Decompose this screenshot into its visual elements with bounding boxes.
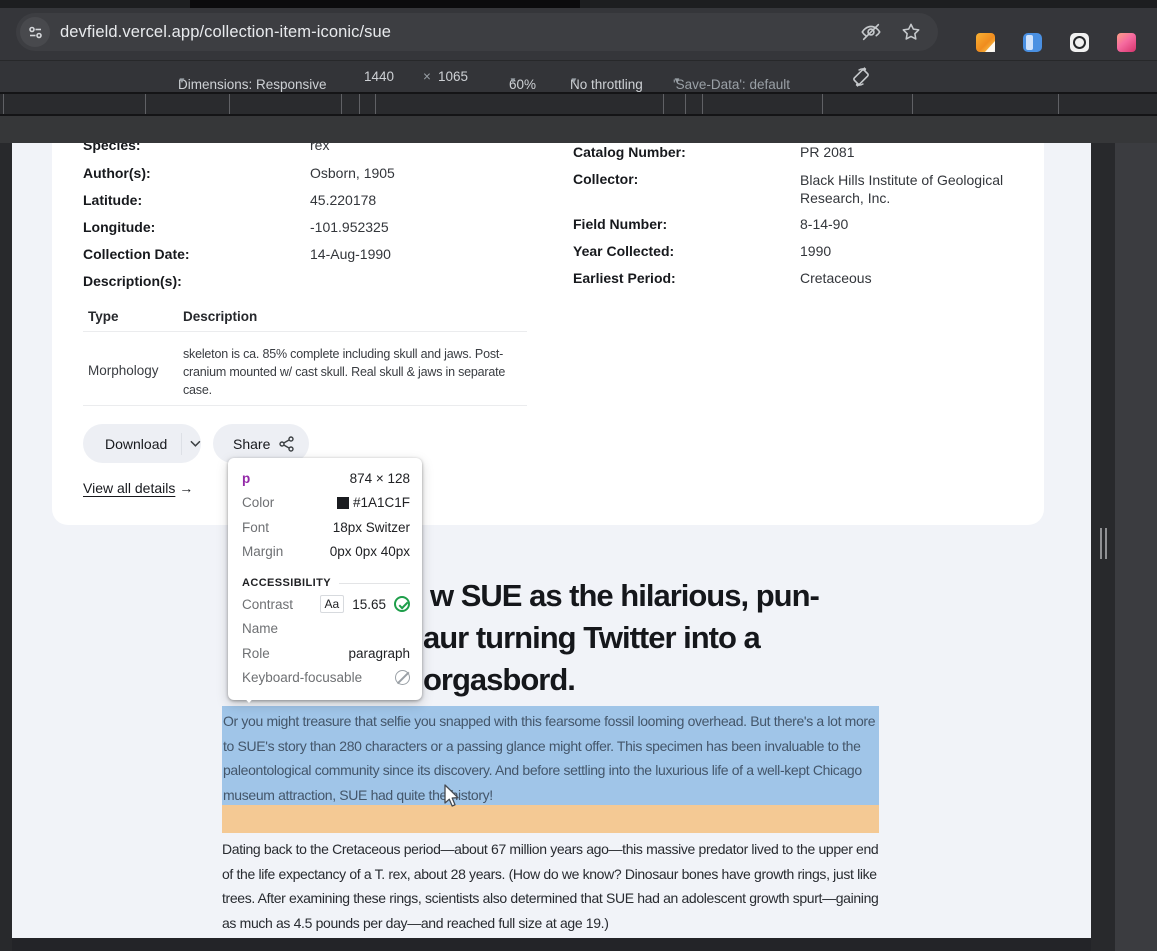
field-value: PR 2081 <box>800 144 855 160</box>
not-focusable-icon <box>395 670 410 686</box>
stage-gutter-right <box>1091 143 1115 951</box>
inspect-highlight-margin-box <box>222 805 879 833</box>
chevron-down-icon[interactable] <box>190 440 201 448</box>
extension-notes-icon[interactable] <box>976 32 995 52</box>
table-divider <box>83 405 527 406</box>
role-value: paragraph <box>348 645 410 661</box>
field-label: Longitude: <box>83 219 156 235</box>
tab-strip <box>0 0 1157 8</box>
field-value: Osborn, 1905 <box>310 165 395 181</box>
button-divider <box>181 432 183 455</box>
device-width-input[interactable]: 1440 <box>364 69 394 84</box>
contrast-pass-icon <box>394 596 410 613</box>
arrow-right-icon: → <box>179 480 194 496</box>
table-row-description: skeleton is ca. 85% complete including s… <box>183 347 506 397</box>
field-label: Earliest Period: <box>573 270 676 286</box>
keyboard-focusable-label: Keyboard-focusable <box>242 670 363 686</box>
highlighted-paragraph: Or you might treasure that selfie you sn… <box>223 713 876 804</box>
tune-icon <box>28 26 42 38</box>
tooltip-caret <box>240 693 258 703</box>
field-label: Description(s): <box>83 273 182 289</box>
field-label: Species: <box>83 143 141 153</box>
device-stage-top-gap <box>0 116 1157 143</box>
element-tag: p <box>242 470 251 486</box>
device-toolbar: Dimensions: Responsive ▼ 1440 × 1065 60%… <box>0 60 1157 92</box>
view-all-details-link[interactable]: View all details → <box>83 480 193 496</box>
accessibility-section-label: ACCESSIBILITY <box>242 577 331 589</box>
table-header-description: Description <box>183 309 258 324</box>
inspect-tooltip: p 874 × 128 Color #1A1C1F Font 18px Swit… <box>228 458 422 700</box>
device-height-input[interactable]: 1065 <box>438 69 468 84</box>
url-text[interactable]: devfield.vercel.app/collection-item-icon… <box>60 23 391 42</box>
field-value: Cretaceous <box>800 270 872 286</box>
mouse-cursor <box>444 784 459 807</box>
field-label: Catalog Number: <box>573 144 686 160</box>
media-query-bar[interactable] <box>0 92 1157 116</box>
view-all-details-label: View all details <box>83 480 176 496</box>
browser-toolbar: devfield.vercel.app/collection-item-icon… <box>0 8 1157 60</box>
share-nodes-icon <box>279 435 295 452</box>
download-button-label: Download <box>105 435 168 452</box>
role-label: Role <box>242 645 270 661</box>
stage-gutter-left <box>0 143 12 951</box>
field-value: rex <box>310 143 330 153</box>
font-value: 18px Switzer <box>332 519 410 535</box>
element-size: 874 × 128 <box>349 470 410 486</box>
article-heading-line: aur turning Twitter into a <box>423 620 761 655</box>
contrast-value: 15.65 <box>352 596 386 612</box>
field-label: Collector: <box>573 171 639 187</box>
viewport-resize-handle[interactable] <box>1105 528 1107 559</box>
emulated-page-viewport: Species: rex Author(s): Osborn, 1905 Lat… <box>12 143 1091 938</box>
table-header-type: Type <box>88 309 119 324</box>
table-divider <box>83 331 527 332</box>
field-value: -101.952325 <box>310 219 389 235</box>
tab-strip-gap <box>190 0 580 8</box>
rotate-device-button[interactable] <box>850 65 872 89</box>
address-bar[interactable]: devfield.vercel.app/collection-item-icon… <box>16 13 938 51</box>
font-label: Font <box>242 519 270 535</box>
chevron-down-icon: ▼ <box>509 76 517 85</box>
profile-avatar[interactable] <box>1117 32 1136 52</box>
stage-background <box>1115 143 1157 951</box>
margin-label: Margin <box>242 544 284 560</box>
field-value: 45.220178 <box>310 192 377 208</box>
contrast-sample: Aa <box>319 595 345 614</box>
margin-value: 0px 0px 40px <box>329 544 410 560</box>
stage-gutter-bottom <box>12 938 1091 951</box>
article-paragraph: Dating back to the Cretaceous period—abo… <box>222 841 879 931</box>
download-button[interactable]: Download <box>83 424 201 463</box>
field-label: Author(s): <box>83 165 151 181</box>
bookmark-star-icon[interactable] <box>900 21 922 43</box>
share-button-label: Share <box>233 435 271 452</box>
chevron-down-icon: ▼ <box>178 76 186 85</box>
extension-clipboard-icon[interactable] <box>1023 32 1042 52</box>
name-label: Name <box>242 621 279 637</box>
field-value: 1990 <box>800 243 832 259</box>
chevron-down-icon: ▼ <box>673 76 681 85</box>
field-label: Field Number: <box>573 216 668 232</box>
field-label: Latitude: <box>83 192 143 208</box>
rotate-device-icon <box>853 67 869 87</box>
site-settings-button[interactable] <box>20 17 50 47</box>
chevron-down-icon: ▼ <box>570 76 578 85</box>
field-value: Black Hills Institute of Geological Rese… <box>800 172 1004 206</box>
viewport-resize-handle[interactable] <box>1100 528 1102 559</box>
article-heading-line: w SUE as the hilarious, pun- <box>430 578 820 613</box>
field-label: Year Collected: <box>573 243 675 259</box>
color-swatch <box>336 496 349 509</box>
field-value: 8-14-90 <box>800 216 849 232</box>
article-heading-line: orgasbord. <box>423 662 576 697</box>
color-label: Color <box>242 495 275 511</box>
times-symbol: × <box>423 69 431 84</box>
field-value: 14-Aug-1990 <box>310 246 391 262</box>
password-hidden-icon[interactable] <box>860 21 882 43</box>
table-row-type: Morphology <box>88 363 159 378</box>
field-label: Collection Date: <box>83 246 190 262</box>
extension-recorder-icon[interactable] <box>1070 32 1089 52</box>
color-value: #1A1C1F <box>352 495 410 511</box>
contrast-label: Contrast <box>242 596 294 612</box>
section-divider <box>338 582 410 584</box>
